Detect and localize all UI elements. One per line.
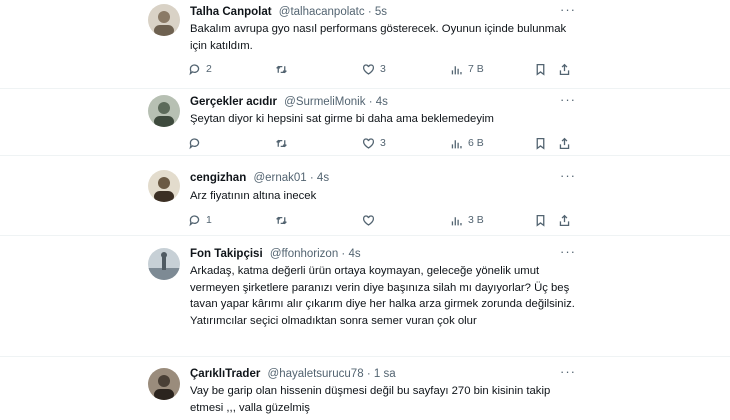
user-name[interactable]: ÇarıklıTrader [190, 368, 260, 380]
user-handle[interactable]: @SurmeliMonik [284, 96, 365, 108]
reply-button[interactable] [188, 135, 206, 151]
separator-dot: · [309, 172, 314, 184]
user-name[interactable]: Gerçekler acıdır [190, 96, 277, 108]
views-icon [451, 216, 462, 225]
tweet-header: cengizhan @ernak01 · 4s [190, 172, 329, 188]
retweet-button[interactable] [275, 212, 293, 228]
timeline-feed: Talha Canpolat @talhacanpolatc · 5s ··· … [0, 0, 730, 420]
bookmark-icon [536, 214, 545, 227]
like-button[interactable]: 3 [362, 61, 386, 77]
user-name[interactable]: Talha Canpolat [190, 6, 272, 18]
retweet-icon [276, 65, 287, 73]
bookmark-icon [536, 137, 545, 150]
bookmark-button[interactable] [534, 212, 547, 228]
retweet-button[interactable] [275, 135, 293, 151]
timestamp[interactable]: 5s [375, 6, 387, 18]
separator-dot: · [368, 96, 373, 108]
share-icon [559, 214, 570, 226]
avatar[interactable] [148, 368, 180, 400]
more-icon[interactable]: ··· [560, 93, 576, 106]
avatar[interactable] [148, 4, 180, 36]
user-handle[interactable]: @ernak01 [253, 172, 306, 184]
tweet[interactable]: cengizhan @ernak01 · 4s ··· Arz fiyatını… [0, 156, 730, 236]
tweet-header: Gerçekler acıdır @SurmeliMonik · 4s [190, 96, 388, 112]
tweet-text: Şeytan diyor ki hepsini sat girme bi dah… [190, 113, 494, 125]
tweet-header: Fon Takipçisi @ffonhorizon · 4s [190, 248, 361, 264]
separator-dot: · [341, 248, 346, 260]
timestamp[interactable]: 4s [317, 172, 329, 184]
more-icon[interactable]: ··· [560, 245, 576, 258]
reply-count: 1 [206, 214, 212, 226]
reply-button[interactable]: 2 [188, 61, 212, 77]
user-name[interactable]: cengizhan [190, 172, 246, 184]
more-icon[interactable]: ··· [560, 365, 576, 378]
avatar[interactable] [148, 170, 180, 202]
like-icon [362, 63, 375, 75]
views-icon [451, 65, 462, 74]
tweet-text: Arz fiyatının altına inecek [190, 190, 317, 202]
user-handle[interactable]: @hayaletsurucu78 [268, 368, 364, 380]
tweet[interactable]: Gerçekler acıdır @SurmeliMonik · 4s ··· … [0, 89, 730, 156]
tweet[interactable]: ÇarıklıTrader @hayaletsurucu78 · 1 sa ··… [0, 357, 730, 420]
timestamp[interactable]: 1 sa [374, 368, 396, 380]
reply-icon [189, 214, 200, 226]
user-name[interactable]: Fon Takipçisi [190, 248, 263, 260]
tweet-actions: 2 3 7 B [188, 61, 578, 77]
like-button[interactable] [362, 212, 380, 228]
timestamp[interactable]: 4s [348, 248, 360, 260]
tweet-header: ÇarıklıTrader @hayaletsurucu78 · 1 sa [190, 368, 396, 384]
timestamp[interactable]: 4s [376, 96, 388, 108]
views-button[interactable]: 3 B [450, 212, 484, 228]
like-icon [362, 137, 375, 149]
tweet-text: Bakalım avrupa gyo nasıl performans göst… [190, 23, 567, 52]
share-icon [559, 137, 570, 149]
tweet-header: Talha Canpolat @talhacanpolatc · 5s [190, 6, 387, 22]
share-button[interactable] [558, 61, 571, 77]
like-count: 3 [380, 63, 386, 75]
share-button[interactable] [558, 212, 571, 228]
like-icon [362, 214, 375, 226]
reply-icon [189, 137, 200, 149]
avatar[interactable] [148, 95, 180, 127]
bookmark-button[interactable] [534, 61, 547, 77]
more-icon[interactable]: ··· [560, 169, 576, 182]
like-count: 3 [380, 137, 386, 149]
views-count: 6 B [468, 137, 484, 149]
like-button[interactable]: 3 [362, 135, 386, 151]
reply-icon [189, 63, 200, 75]
bookmark-button[interactable] [534, 135, 547, 151]
retweet-icon [276, 216, 287, 224]
tweet-actions: 1 3 B [188, 212, 578, 228]
views-button[interactable]: 6 B [450, 135, 484, 151]
share-icon [559, 63, 570, 75]
reply-button[interactable]: 1 [188, 212, 212, 228]
retweet-icon [276, 139, 287, 147]
user-handle[interactable]: @ffonhorizon [270, 248, 338, 260]
retweet-button[interactable] [275, 61, 293, 77]
separator-dot: · [367, 6, 372, 18]
views-count: 7 B [468, 63, 484, 75]
separator-dot: · [366, 368, 371, 380]
reply-count: 2 [206, 63, 212, 75]
views-count: 3 B [468, 214, 484, 226]
views-icon [451, 139, 462, 148]
tweet[interactable]: Fon Takipçisi @ffonhorizon · 4s ··· Arka… [0, 236, 730, 357]
tweet[interactable]: Talha Canpolat @talhacanpolatc · 5s ··· … [0, 0, 730, 89]
avatar[interactable] [148, 248, 180, 280]
share-button[interactable] [558, 135, 571, 151]
tweet-actions: 3 6 B [188, 135, 578, 151]
user-handle[interactable]: @talhacanpolatc [279, 6, 365, 18]
tweet-text: Vay be garip olan hissenin düşmesi değil… [190, 385, 551, 414]
bookmark-icon [536, 63, 545, 76]
more-icon[interactable]: ··· [560, 3, 576, 16]
tweet-text: Arkadaş, katma değerli ürün ortaya koyma… [190, 265, 575, 327]
views-button[interactable]: 7 B [450, 61, 484, 77]
